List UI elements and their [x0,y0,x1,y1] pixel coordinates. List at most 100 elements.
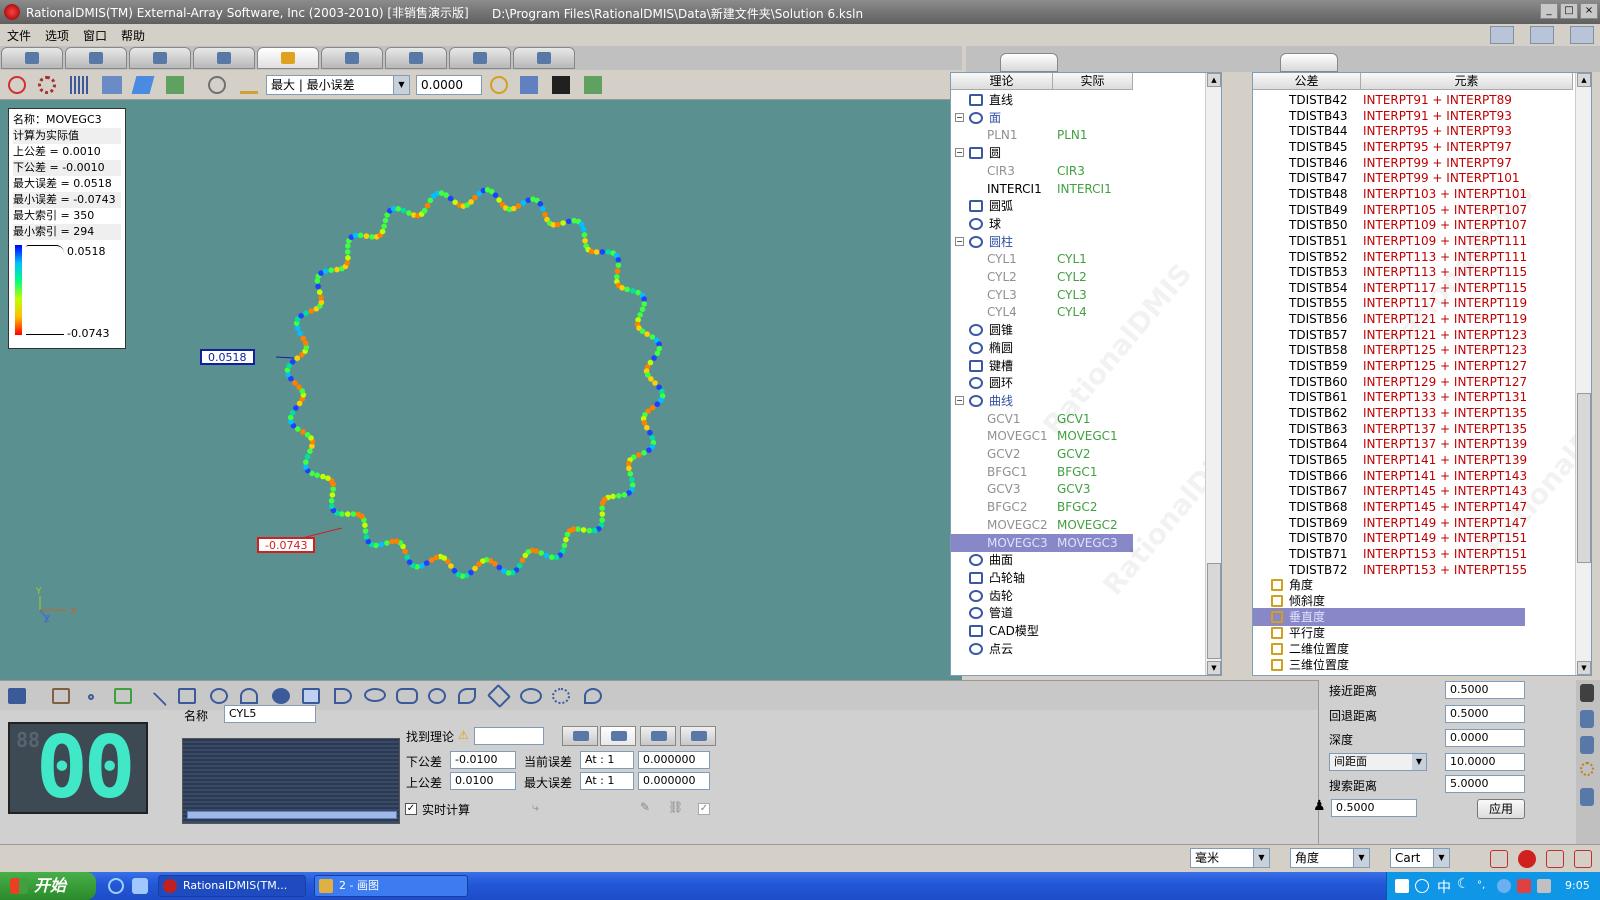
record-icon[interactable] [1518,850,1536,868]
tab-cad[interactable] [193,47,255,69]
coord-system-select[interactable]: Cart ▼ [1390,848,1450,868]
tab-surface[interactable] [385,47,447,69]
depth-input[interactable]: 0.0000 [1445,729,1525,747]
feature-tree-row[interactable]: CYL2 CYL2 [951,268,1133,286]
gear-icon[interactable] [552,688,570,704]
close-button[interactable]: × [1580,3,1598,19]
task-paint[interactable]: 2 - 画图 [314,875,468,897]
volume-icon[interactable] [1537,879,1551,893]
pipe-icon[interactable] [584,688,602,704]
scroll-thumb[interactable] [1577,393,1591,563]
tolerance-tree-scrollbar[interactable]: ▲ ▼ [1575,73,1591,675]
feature-tree-scrollbar[interactable]: ▲ ▼ [1205,73,1221,675]
machine-probe-icon[interactable] [1580,684,1594,702]
probe-down-icon[interactable] [1580,710,1594,728]
feature-tree-row[interactable]: MOVEGC3 MOVEGC3 [951,533,1133,552]
tab-data-table[interactable] [640,726,676,746]
probe-rotate-icon[interactable] [1580,736,1594,754]
min-error-label[interactable]: -0.0743 [257,537,316,553]
feature-tree-row[interactable]: GCV2 GCV2 [951,445,1133,463]
feature-tree-row[interactable]: BFGC1 BFGC1 [951,463,1133,481]
probe-tool-icon[interactable] [1490,26,1514,44]
menu-options[interactable]: 选项 [38,27,76,44]
feature-tree-row[interactable]: CAD模型 [951,622,1133,640]
error-mode-select[interactable]: 最大 | 最小误差 ▼ [266,75,410,95]
feature-tree-row[interactable]: 球 [951,215,1133,233]
surface-icon[interactable] [486,683,512,709]
menu-file[interactable]: 文件 [0,27,38,44]
tab-machine[interactable] [1,47,63,69]
tab-tolerances[interactable] [1280,53,1338,72]
tab-table[interactable] [129,47,191,69]
output-icon[interactable] [584,76,602,94]
find-theory-input[interactable] [474,727,544,745]
scan-progress-bar[interactable] [187,811,397,819]
print-icon[interactable] [520,76,538,94]
tab-probe[interactable] [321,47,383,69]
refresh-icon[interactable] [490,76,508,94]
scroll-down-icon[interactable]: ▼ [1207,661,1221,675]
collapse-icon[interactable]: − [955,395,964,405]
tab-view[interactable] [449,47,511,69]
feature-tree-row[interactable]: CYL4 CYL4 [951,303,1133,321]
col-tolerance[interactable]: 公差 [1253,73,1361,90]
feature-tree-row[interactable]: CYL1 CYL1 [951,250,1133,268]
feature-tree-row[interactable]: − 曲线 [951,392,1133,410]
program-window-icon[interactable] [1530,26,1554,44]
feature-tree-row[interactable]: MOVEGC1 MOVEGC1 [951,427,1133,445]
slot-icon[interactable] [396,688,418,704]
desktop-icon[interactable] [132,878,148,894]
feature-tree-row[interactable]: 键槽 [951,357,1133,375]
feature-tree-row[interactable]: GCV3 GCV3 [951,480,1133,498]
edge-point-icon[interactable] [114,688,132,704]
keyboard-icon[interactable] [1395,879,1409,893]
feature-tree-row[interactable]: 齿轮 [951,587,1133,605]
col-theory[interactable]: 理论 [951,73,1053,90]
feature-tree-row[interactable]: INTERCI1 INTERCI1 [951,180,1133,198]
approach-input[interactable]: 0.5000 [1445,681,1525,699]
save-icon[interactable] [552,76,570,94]
unit-select[interactable]: 毫米 ▼ [1190,848,1270,868]
scroll-down-icon[interactable]: ▼ [1577,661,1591,675]
tab-settings[interactable] [513,47,575,69]
tab-analysis[interactable] [257,47,319,69]
curve-icon[interactable] [458,688,476,704]
minimize-button[interactable]: _ [1540,3,1558,19]
feature-tree-row[interactable]: 圆弧 [951,197,1133,215]
feature-tree-row[interactable]: CYL3 CYL3 [951,286,1133,304]
feature-tree-row[interactable]: GCV1 GCV1 [951,410,1133,428]
feature-tree-row[interactable]: 凸轮轴 [951,569,1133,587]
tool-icon[interactable] [1546,850,1564,868]
security-icon[interactable] [1517,879,1531,893]
scroll-up-icon[interactable]: ▲ [1577,73,1591,87]
retract-input[interactable]: 0.5000 [1445,705,1525,723]
cone-icon[interactable] [334,688,352,704]
ie-icon[interactable] [108,878,124,894]
scroll-thumb[interactable] [1207,563,1221,659]
probe-path-icon[interactable]: ⤷ [532,800,539,815]
tab-cad-view[interactable] [680,726,716,746]
camshaft-icon[interactable] [520,688,542,704]
link-icon[interactable]: ⛓ [668,800,683,814]
feature-tree-row[interactable]: PLN1 PLN1 [951,126,1133,144]
col-actual[interactable]: 实际 [1053,73,1133,90]
cylinder-icon[interactable] [302,688,320,704]
torus-icon[interactable] [428,688,446,704]
plane-icon[interactable] [178,688,196,704]
numeric-icon[interactable] [102,76,122,94]
feature-name-input[interactable]: CYL5 [224,705,316,723]
tolerance-category[interactable]: 三维位置度 [1253,656,1525,674]
realtime-checkbox[interactable]: ✓ [405,803,417,815]
edit-icon[interactable]: ✎ [640,800,650,814]
feature-tree-row[interactable]: BFGC2 BFGC2 [951,498,1133,516]
circle-red-icon[interactable] [8,76,26,94]
feature-tree-row[interactable]: − 面 [951,109,1133,127]
exit-icon[interactable] [1574,850,1592,868]
joystick-icon[interactable]: ♟ [1313,798,1326,814]
probe-change-icon[interactable] [1580,788,1594,806]
gear-icon[interactable] [1580,762,1594,776]
feature-tree-row[interactable]: 直线 [951,91,1133,109]
scale-icon[interactable] [240,76,258,94]
probe-hand-icon[interactable] [52,688,70,704]
feature-tree-row[interactable]: − 圆 [951,144,1133,162]
